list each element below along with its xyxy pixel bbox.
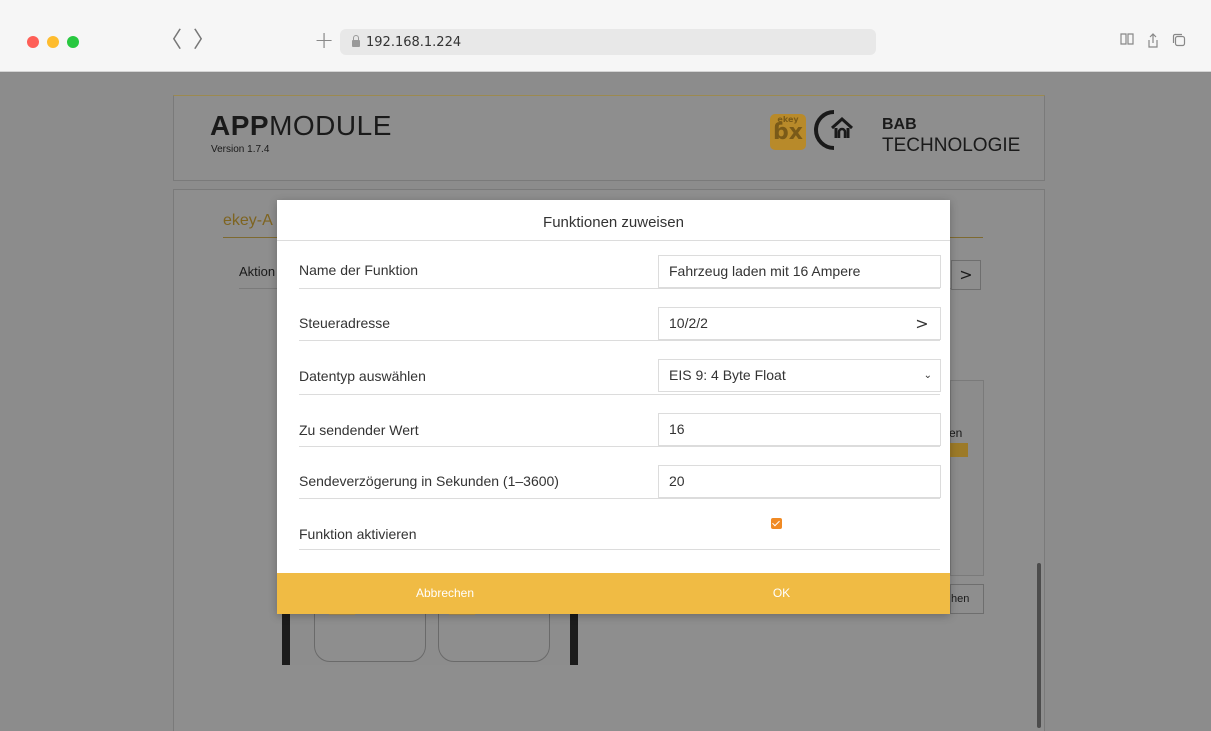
control-address-chevron-button[interactable]: > [904, 307, 941, 340]
datatype-label: Datentyp auswählen [299, 368, 426, 384]
control-address-label: Steueradresse [299, 315, 391, 331]
datatype-select[interactable]: EIS 9: 4 Byte Float ⌄ [658, 359, 941, 392]
cancel-button[interactable]: Abbrechen [277, 573, 613, 614]
app-version: Version 1.7.4 [211, 144, 270, 155]
lock-icon [352, 35, 360, 47]
section-title: ekey-A [223, 212, 273, 229]
chevron-down-icon: ⌄ [923, 370, 932, 381]
send-value-input[interactable]: 16 [658, 413, 941, 446]
row-divider [299, 549, 940, 550]
dialog-title-divider [277, 240, 950, 241]
dialog-footer: Abbrechen OK [277, 573, 950, 614]
function-name-label: Name der Funktion [299, 262, 419, 278]
forward-icon[interactable]: 〉 [193, 30, 215, 52]
send-delay-input[interactable]: 20 [658, 465, 941, 498]
window-controls [27, 36, 79, 48]
row-divider [299, 288, 940, 289]
share-icon[interactable] [1147, 33, 1159, 52]
background-box [950, 380, 984, 576]
control-address-input[interactable]: 10/2/2 [658, 307, 905, 340]
new-tab-icon[interactable]: + [314, 28, 334, 52]
row-divider [299, 340, 940, 341]
bab-house-icon [830, 116, 854, 138]
ekey-logo: ekey ɓx [770, 114, 806, 150]
close-window-button[interactable] [27, 36, 39, 48]
background-box-text: en [949, 426, 963, 440]
app-header: APPMODULE Version 1.7.4 ekey ɓx BAB TECHN… [173, 95, 1045, 181]
activate-function-label: Funktion aktivieren [299, 526, 417, 542]
row-divider [299, 394, 940, 395]
row-divider [299, 446, 940, 447]
brand-name: BAB [882, 116, 917, 133]
brand-subtitle: TECHNOLOGIE [882, 135, 1021, 156]
reader-icon[interactable] [1120, 33, 1134, 49]
zoom-window-button[interactable] [67, 36, 79, 48]
dialog-title: Funktionen zuweisen [543, 214, 684, 231]
minimize-window-button[interactable] [47, 36, 59, 48]
scrollbar[interactable] [1037, 563, 1041, 728]
browser-toolbar: 〈 〉 + 192.168.1.224 [0, 0, 1211, 72]
datatype-selected-value: EIS 9: 4 Byte Float [669, 367, 786, 383]
background-button[interactable]: hen [950, 584, 984, 614]
row-divider [299, 498, 940, 499]
back-icon[interactable]: 〈 [160, 30, 182, 52]
send-delay-label: Sendeverzögerung in Sekunden (1–3600) [299, 473, 559, 489]
app-title: APPMODULE [210, 110, 392, 141]
activate-function-checkbox[interactable] [771, 518, 782, 529]
send-value-label: Zu sendender Wert [299, 422, 419, 438]
action-label: Aktion [239, 264, 276, 279]
ok-button[interactable]: OK [613, 573, 950, 614]
address-bar-url: 192.168.1.224 [366, 34, 462, 50]
action-chevron-button[interactable]: > [951, 260, 981, 290]
tabs-icon[interactable] [1172, 33, 1186, 51]
address-bar[interactable]: 192.168.1.224 [340, 29, 876, 55]
assign-functions-dialog: Funktionen zuweisen Name der Funktion Fa… [277, 200, 950, 614]
background-box-bar [950, 443, 968, 457]
function-name-input[interactable]: Fahrzeug laden mit 16 Ampere [658, 255, 941, 288]
